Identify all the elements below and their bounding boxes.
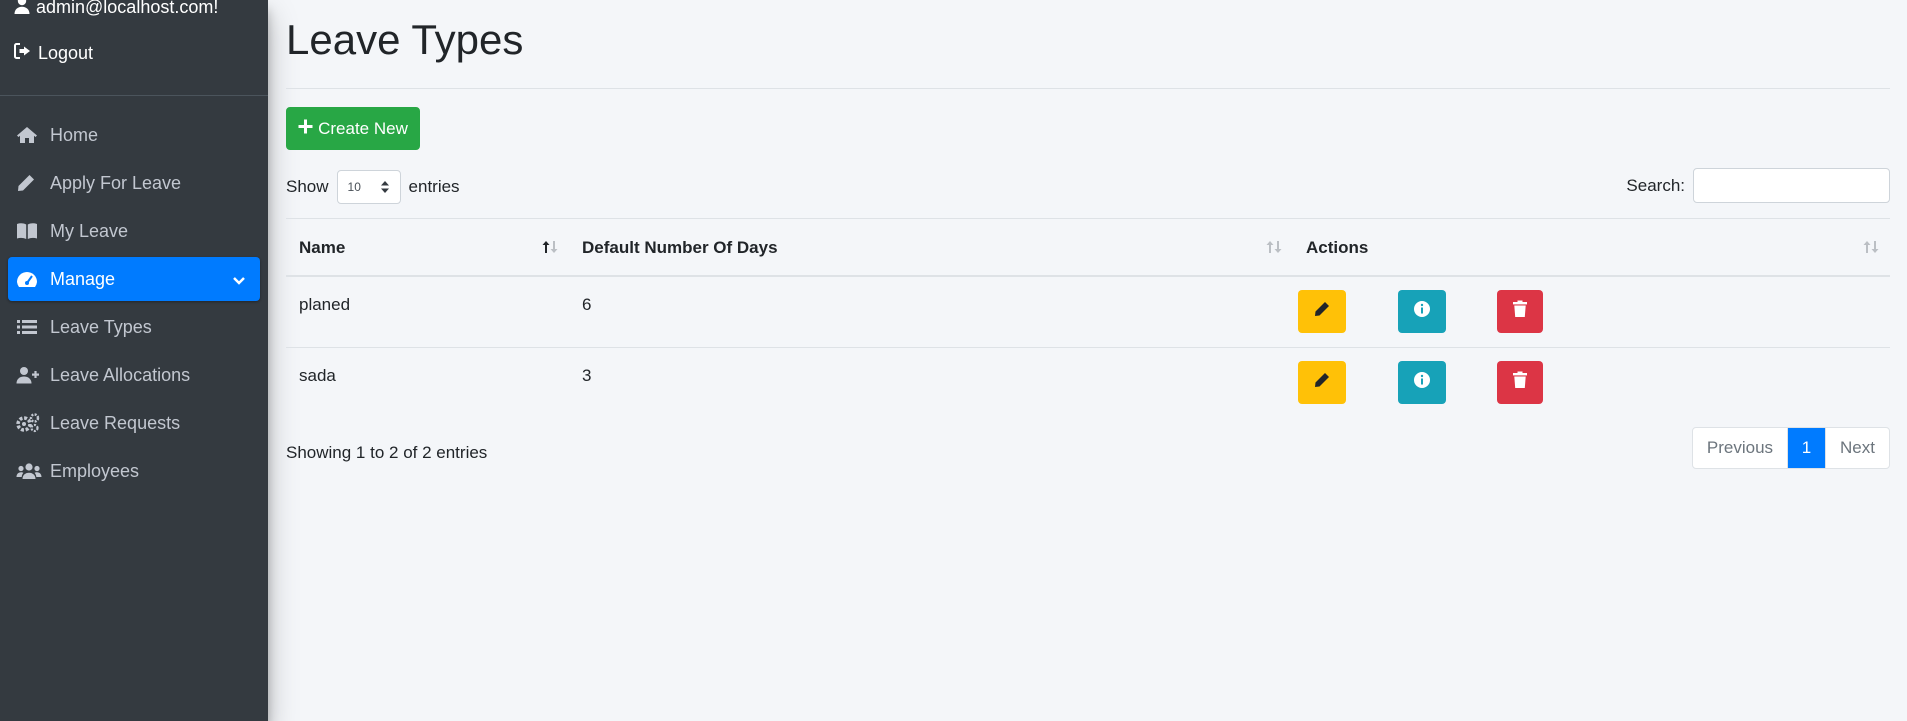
page-1-button[interactable]: 1: [1788, 428, 1827, 468]
pencil-icon: [16, 172, 42, 194]
user-info[interactable]: admin@localhost.com!: [14, 0, 218, 19]
user-icon: [14, 0, 30, 19]
column-header-default-days[interactable]: Default Number Of Days: [569, 219, 1293, 276]
logout-link[interactable]: Logout: [14, 43, 93, 64]
leave-types-table: Name Default Number Of Days Actions plan…: [286, 218, 1890, 419]
column-header-name[interactable]: Name: [286, 219, 569, 276]
table-row: sada 3: [286, 348, 1890, 419]
sort-ascending-icon: [541, 239, 559, 259]
sidebar-item-label: Leave Types: [50, 316, 152, 337]
title-divider: [286, 88, 1890, 89]
sidebar: admin@localhost.com! Logout Home Apply F…: [0, 0, 268, 721]
trash-icon: [1512, 371, 1528, 394]
pencil-icon: [1313, 300, 1331, 323]
table-header: Name Default Number Of Days Actions: [286, 218, 1890, 277]
search-label: Search:: [1626, 175, 1685, 195]
user-panel: admin@localhost.com! Logout: [0, 0, 268, 96]
sidebar-item-label: Leave Allocations: [50, 364, 191, 385]
search-input[interactable]: [1693, 168, 1890, 203]
edit-button[interactable]: [1298, 361, 1346, 404]
sidebar-item-label: Leave Requests: [50, 412, 181, 433]
sidebar-item-my-leave[interactable]: My Leave: [8, 209, 260, 253]
list-icon: [16, 316, 42, 338]
edit-button[interactable]: [1298, 290, 1346, 333]
cell-name: planed: [299, 295, 351, 314]
page-length-control: Show 10 entries: [286, 170, 460, 204]
users-icon: [16, 460, 42, 482]
sidebar-item-label: Home: [50, 124, 99, 145]
sort-icon: [1265, 239, 1283, 259]
plus-icon: [298, 119, 313, 139]
table-row: planed 6: [286, 277, 1890, 348]
sidebar-item-leave-types[interactable]: Leave Types: [8, 305, 260, 349]
delete-button[interactable]: [1497, 290, 1543, 333]
sidebar-item-label: Employees: [50, 460, 140, 481]
info-circle-icon: [1413, 371, 1431, 394]
select-arrows-icon: [380, 180, 390, 197]
details-button[interactable]: [1398, 361, 1446, 404]
sidebar-item-apply-for-leave[interactable]: Apply For Leave: [8, 161, 260, 205]
sidebar-item-leave-requests[interactable]: Leave Requests: [8, 401, 260, 445]
next-page-button[interactable]: Next: [1826, 428, 1889, 468]
sign-out-icon: [14, 43, 32, 64]
previous-page-button[interactable]: Previous: [1693, 428, 1789, 468]
user-plus-icon: [16, 364, 42, 386]
gears-icon: [16, 412, 42, 434]
details-button[interactable]: [1398, 290, 1446, 333]
cell-days: 3: [582, 366, 592, 385]
book-icon: [16, 220, 42, 242]
table-search: Search:: [1626, 168, 1890, 203]
cell-name: sada: [299, 366, 336, 385]
table-info: Showing 1 to 2 of 2 entries: [286, 443, 488, 462]
sidebar-item-manage[interactable]: Manage: [8, 257, 260, 301]
sidebar-item-employees[interactable]: Employees: [8, 449, 260, 493]
show-label: Show: [286, 177, 329, 196]
delete-button[interactable]: [1497, 361, 1543, 404]
page-length-select[interactable]: 10: [336, 170, 401, 204]
sort-icon: [1862, 239, 1880, 259]
home-icon: [16, 124, 42, 146]
create-new-button[interactable]: Create New: [286, 107, 420, 150]
create-new-label: Create New: [318, 118, 408, 138]
sidebar-item-home[interactable]: Home: [8, 113, 260, 157]
sidebar-item-leave-allocations[interactable]: Leave Allocations: [8, 353, 260, 397]
sidebar-item-label: Apply For Leave: [50, 172, 182, 193]
trash-icon: [1512, 300, 1528, 323]
user-email: admin@localhost.com!: [36, 0, 219, 17]
entries-label: entries: [408, 177, 460, 196]
sidebar-item-label: Manage: [50, 268, 116, 289]
pencil-icon: [1313, 371, 1331, 394]
cell-days: 6: [582, 295, 592, 314]
info-circle-icon: [1413, 300, 1431, 323]
page-length-value: 10: [347, 180, 361, 194]
page-title: Leave Types: [286, 16, 524, 63]
column-header-actions[interactable]: Actions: [1293, 219, 1890, 276]
pagination: Previous 1 Next: [1691, 427, 1890, 469]
chevron-down-icon[interactable]: [232, 270, 246, 291]
tachometer-icon: [16, 268, 42, 290]
sidebar-item-label: My Leave: [50, 220, 129, 241]
logout-label: Logout: [38, 43, 94, 63]
sidebar-nav: Home Apply For Leave My Leave Manage Lea…: [0, 113, 268, 497]
